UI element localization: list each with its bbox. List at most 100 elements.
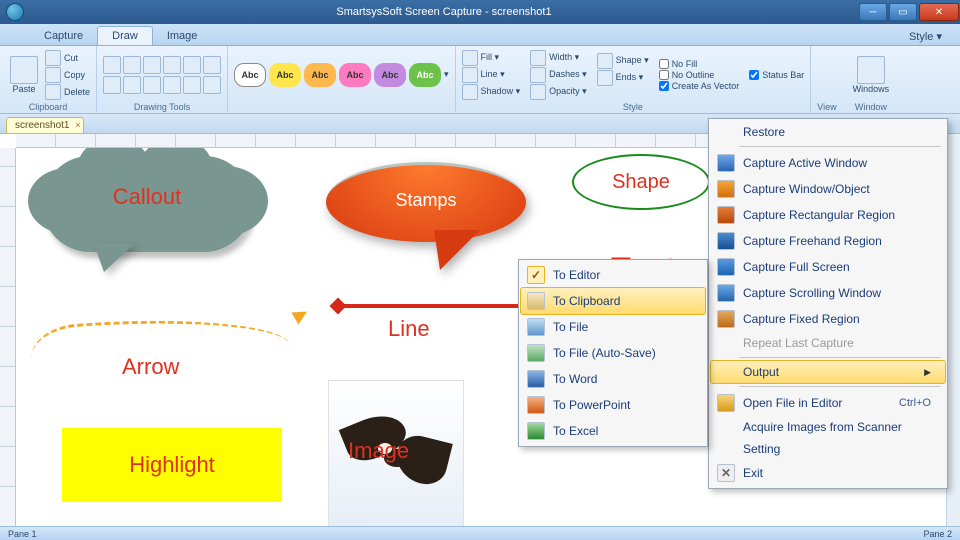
- shape-object[interactable]: Shape: [572, 154, 710, 210]
- width-icon: [530, 50, 546, 66]
- windows-icon: [857, 56, 885, 84]
- paste-button[interactable]: Paste: [6, 54, 42, 96]
- tool-line-icon[interactable]: [183, 56, 201, 74]
- tab-image[interactable]: Image: [153, 27, 212, 45]
- minimize-button[interactable]: ─: [859, 3, 887, 21]
- tool-stamp-icon[interactable]: [163, 76, 181, 94]
- window-group-label: Window: [849, 101, 894, 112]
- stamp-purple[interactable]: Abc: [374, 63, 406, 87]
- file-auto-icon: [527, 344, 545, 362]
- cut-icon: [45, 50, 61, 66]
- create-vector-check[interactable]: Create As Vector: [659, 81, 740, 91]
- delete-icon: [45, 84, 61, 100]
- scrolling-icon: [717, 284, 735, 302]
- opacity-icon: [530, 84, 546, 100]
- line-label: Line: [388, 316, 430, 342]
- clipboard-icon: [527, 292, 545, 310]
- menu-capture-window-object[interactable]: Capture Window/Object: [711, 176, 945, 202]
- menu-capture-fixed[interactable]: Capture Fixed Region: [711, 306, 945, 332]
- tab-draw[interactable]: Draw: [97, 26, 153, 45]
- copy-icon: [45, 67, 61, 83]
- tool-highlight-icon[interactable]: [123, 76, 141, 94]
- arrow-label: Arrow: [122, 354, 179, 380]
- menu-restore[interactable]: Restore: [711, 121, 945, 143]
- menu-acquire-scanner[interactable]: Acquire Images from Scanner: [711, 416, 945, 438]
- menu-to-file[interactable]: To File: [521, 314, 705, 340]
- menu-capture-scrolling[interactable]: Capture Scrolling Window: [711, 280, 945, 306]
- file-icon: [527, 318, 545, 336]
- paste-label: Paste: [12, 84, 35, 94]
- group-clipboard: Paste Cut Copy Delete Clipboard: [0, 46, 97, 113]
- opacity-button[interactable]: Opacity ▾: [530, 84, 587, 100]
- style-dropdown[interactable]: Style ▾: [901, 28, 950, 45]
- stamp-pink[interactable]: Abc: [339, 63, 371, 87]
- title-bar: SmartsysSoft Screen Capture - screenshot…: [0, 0, 960, 24]
- tool-eraser-icon[interactable]: [203, 76, 221, 94]
- maximize-button[interactable]: ▭: [889, 3, 917, 21]
- menu-open-file[interactable]: Open File in EditorCtrl+O: [711, 390, 945, 416]
- copy-button[interactable]: Copy: [45, 67, 90, 83]
- stamp-object[interactable]: Stamps: [326, 162, 526, 282]
- tool-arrow-icon[interactable]: [203, 56, 221, 74]
- tab-capture[interactable]: Capture: [30, 27, 97, 45]
- context-menu-main: Restore Capture Active Window Capture Wi…: [708, 118, 948, 489]
- vertical-scrollbar[interactable]: [946, 134, 960, 526]
- no-outline-check[interactable]: No Outline: [659, 70, 740, 80]
- stamp-green[interactable]: Abc: [409, 63, 441, 87]
- tool-marquee-icon[interactable]: [123, 56, 141, 74]
- ends-button[interactable]: Ends ▾: [597, 70, 649, 86]
- stamps-expand-icon[interactable]: ▾: [444, 69, 449, 80]
- menu-to-word[interactable]: To Word: [521, 366, 705, 392]
- windows-button[interactable]: Windows: [849, 54, 894, 96]
- statusbar-check[interactable]: Status Bar: [749, 70, 804, 80]
- active-window-icon: [717, 154, 735, 172]
- menu-setting[interactable]: Setting: [711, 438, 945, 460]
- menu-capture-freehand[interactable]: Capture Freehand Region: [711, 228, 945, 254]
- menu-separator: [739, 386, 941, 387]
- menu-to-clipboard[interactable]: To Clipboard: [521, 288, 705, 314]
- freehand-icon: [717, 232, 735, 250]
- menu-capture-rect[interactable]: Capture Rectangular Region: [711, 202, 945, 228]
- word-icon: [527, 370, 545, 388]
- stamp-yellow[interactable]: Abc: [269, 63, 301, 87]
- stamp-label: Stamps: [326, 190, 526, 211]
- tool-text-icon[interactable]: [103, 76, 121, 94]
- menu-capture-full[interactable]: Capture Full Screen: [711, 254, 945, 280]
- cut-button[interactable]: Cut: [45, 50, 90, 66]
- callout-object[interactable]: Callout: [42, 156, 252, 276]
- shape-button[interactable]: Shape ▾: [597, 53, 649, 69]
- check-icon: ✓: [527, 266, 545, 284]
- tool-pen-icon[interactable]: [183, 76, 201, 94]
- menu-to-file-auto[interactable]: To File (Auto-Save): [521, 340, 705, 366]
- stamp-white[interactable]: Abc: [234, 63, 266, 87]
- menu-to-excel[interactable]: To Excel: [521, 418, 705, 444]
- context-menu-output: ✓To Editor To Clipboard To File To File …: [518, 259, 708, 447]
- line-object[interactable]: [336, 304, 536, 308]
- doc-tab-screenshot1[interactable]: screenshot1 ×: [6, 117, 84, 133]
- menu-to-editor[interactable]: ✓To Editor: [521, 262, 705, 288]
- delete-button[interactable]: Delete: [45, 84, 90, 100]
- line-button[interactable]: Line ▾: [462, 67, 521, 83]
- close-button[interactable]: ✕: [919, 3, 959, 21]
- tool-select-icon[interactable]: [103, 56, 121, 74]
- stamp-orange[interactable]: Abc: [304, 63, 336, 87]
- fill-button[interactable]: Fill ▾: [462, 50, 521, 66]
- menu-capture-active-window[interactable]: Capture Active Window: [711, 150, 945, 176]
- dashes-button[interactable]: Dashes ▾: [530, 67, 587, 83]
- menu-separator: [739, 146, 941, 147]
- tool-callout-icon[interactable]: [143, 56, 161, 74]
- group-drawing-tools: Drawing Tools: [97, 46, 228, 113]
- menu-output[interactable]: Output▶: [711, 361, 945, 383]
- shadow-button[interactable]: Shadow ▾: [462, 84, 521, 100]
- tool-shape-icon[interactable]: [163, 56, 181, 74]
- width-button[interactable]: Width ▾: [530, 50, 587, 66]
- tool-image-icon[interactable]: [143, 76, 161, 94]
- submenu-arrow-icon: ▶: [924, 367, 931, 378]
- doc-tab-close-icon[interactable]: ×: [75, 120, 80, 130]
- highlight-object[interactable]: Highlight: [62, 428, 282, 502]
- no-fill-check[interactable]: No Fill: [659, 59, 740, 69]
- group-window: Windows Window: [843, 46, 900, 113]
- menu-exit[interactable]: ✕Exit: [711, 460, 945, 486]
- menu-to-ppt[interactable]: To PowerPoint: [521, 392, 705, 418]
- excel-icon: [527, 422, 545, 440]
